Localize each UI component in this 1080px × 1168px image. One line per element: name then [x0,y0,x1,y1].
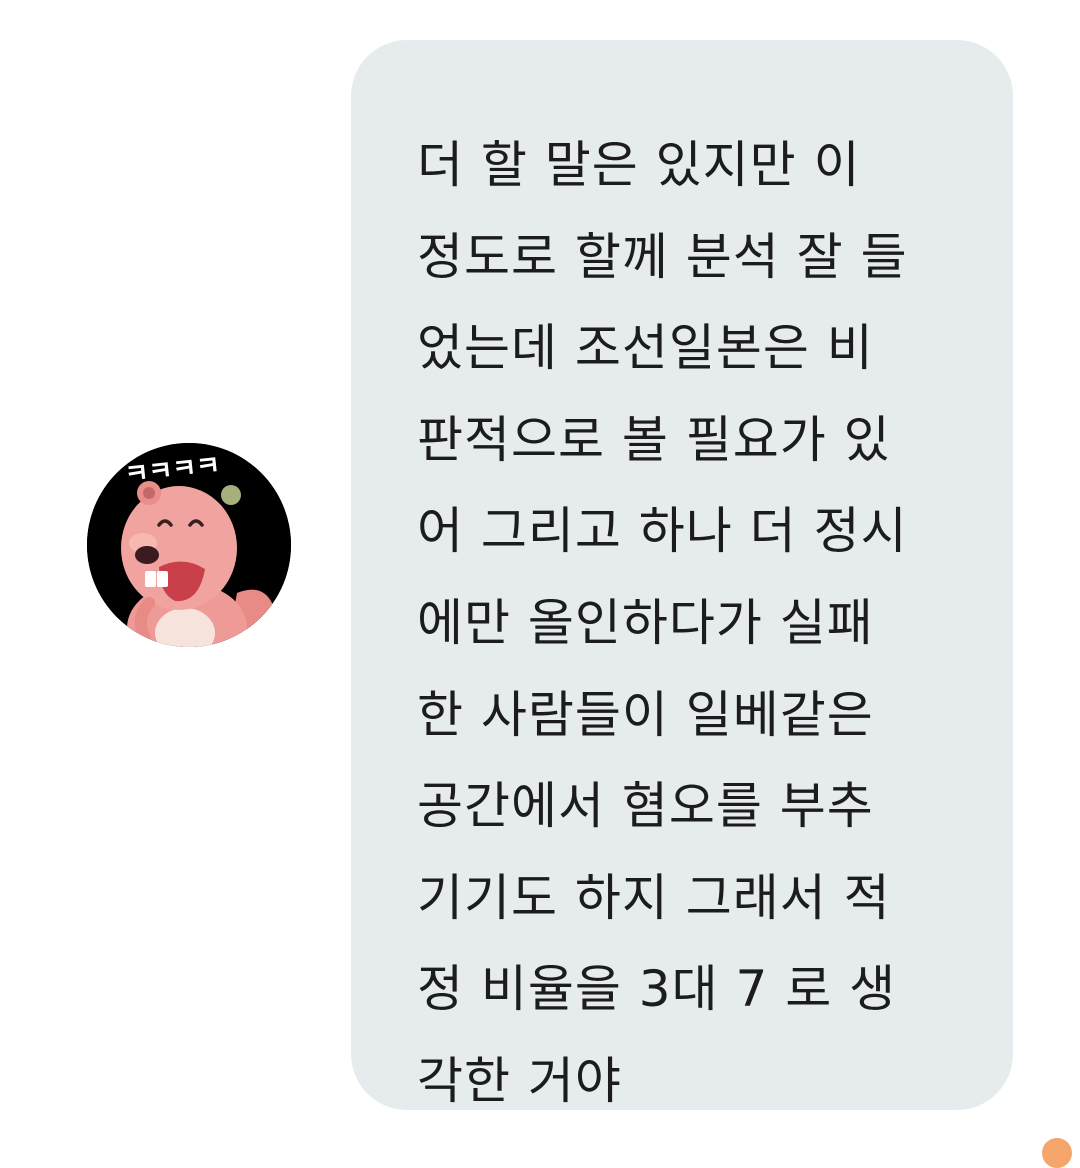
message-line: 공간에서 혐오를 부추 [417,777,874,836]
message-line: 기기도 하지 그래서 적 [417,868,891,927]
partial-avatar-edge [1042,1138,1072,1168]
message-line: 어 그리고 하나 더 정시 [417,502,908,561]
message-line: 정도로 할께 분석 잘 들 [417,227,908,286]
message-line: 었는데 조선일본은 비 [417,319,874,378]
sender-avatar[interactable]: ㅋㅋㅋㅋ [87,443,291,647]
message-bubble[interactable]: 더 할 말은 있지만 이 정도로 할께 분석 잘 들 었는데 조선일본은 비 판… [351,40,1013,1110]
message-line: 에만 올인하다가 실패 [417,593,874,652]
beaver-avatar-icon: ㅋㅋㅋㅋ [87,443,291,647]
message-line: 각한 거야 [417,1051,622,1110]
message-text: 더 할 말은 있지만 이 정도로 할께 분석 잘 들 었는데 조선일본은 비 판… [417,120,973,1128]
message-line: 더 할 말은 있지만 이 [417,136,861,194]
message-line: 판적으로 볼 필요가 있 [417,410,891,469]
message-line: 정 비율을 3대 7 로 생 [417,960,897,1019]
message-line: 한 사람들이 일베같은 [417,685,874,744]
